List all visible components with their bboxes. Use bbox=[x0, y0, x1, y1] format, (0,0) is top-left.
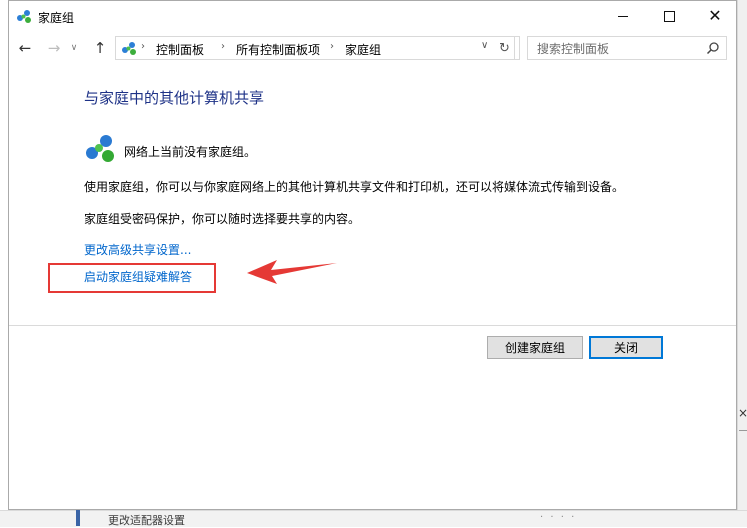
footer-divider bbox=[9, 325, 736, 326]
homegroup-icon bbox=[122, 42, 136, 55]
breadcrumb-separator-icon[interactable]: › bbox=[221, 41, 225, 52]
create-homegroup-button[interactable]: 创建家庭组 bbox=[487, 336, 583, 359]
title-bar[interactable]: 家庭组 ✕ bbox=[9, 1, 736, 31]
background-selection-bar bbox=[76, 510, 80, 526]
arrow-right-icon: → bbox=[47, 39, 61, 57]
refresh-button[interactable]: ↻ bbox=[495, 36, 515, 60]
homegroup-large-icon bbox=[86, 135, 114, 162]
up-button[interactable]: ↑ bbox=[89, 37, 111, 59]
annotation-arrow-icon bbox=[247, 260, 337, 284]
background-window-right-edge bbox=[737, 0, 747, 526]
homegroup-icon bbox=[17, 10, 31, 23]
arrow-left-icon: ← bbox=[18, 39, 32, 57]
minimize-icon bbox=[618, 15, 628, 17]
breadcrumb-separator-icon[interactable]: › bbox=[141, 41, 145, 52]
search-icon[interactable] bbox=[706, 41, 720, 55]
window-title: 家庭组 bbox=[38, 11, 75, 25]
search-input[interactable] bbox=[529, 38, 709, 60]
arrow-up-icon: ↑ bbox=[93, 39, 107, 57]
minimize-button[interactable] bbox=[600, 1, 646, 31]
homegroup-status-text: 网络上当前没有家庭组。 bbox=[124, 145, 257, 159]
recent-locations-button[interactable]: ∨ bbox=[67, 37, 81, 59]
breadcrumb-control-panel[interactable]: 控制面板 bbox=[156, 41, 204, 58]
background-divider bbox=[739, 430, 747, 431]
search-box[interactable] bbox=[527, 36, 727, 60]
chevron-down-icon: ∨ bbox=[70, 43, 78, 53]
navigation-bar: ← → ∨ ↑ › 控制面板 › 所有控制面板项 › 家庭组 ∨ ↻ 搜索控制面… bbox=[9, 33, 736, 63]
close-button[interactable]: 关闭 bbox=[589, 336, 663, 359]
breadcrumb-separator-icon[interactable]: › bbox=[330, 41, 334, 52]
forward-button[interactable]: → bbox=[43, 37, 65, 59]
address-bar[interactable]: › 控制面板 › 所有控制面板项 › 家庭组 ∨ bbox=[115, 36, 520, 60]
homegroup-window: 家庭组 ✕ ← → ∨ ↑ › 控制面板 › 所有控制面板项 › 家庭组 ∨ ↻… bbox=[8, 0, 737, 510]
password-info-paragraph: 家庭组受密码保护，你可以随时选择要共享的内容。 bbox=[84, 212, 361, 226]
address-history-chevron-icon[interactable]: ∨ bbox=[481, 40, 488, 51]
breadcrumb-homegroup[interactable]: 家庭组 bbox=[345, 41, 381, 58]
breadcrumb-all-items[interactable]: 所有控制面板项 bbox=[236, 41, 320, 58]
description-paragraph: 使用家庭组，你可以与你家庭网络上的其他计算机共享文件和打印机，还可以将媒体流式传… bbox=[84, 180, 625, 194]
close-window-button[interactable]: ✕ bbox=[692, 1, 738, 31]
refresh-icon: ↻ bbox=[499, 40, 510, 56]
page-heading: 与家庭中的其他计算机共享 bbox=[84, 89, 265, 107]
annotation-highlight-box bbox=[48, 263, 216, 293]
maximize-button[interactable] bbox=[646, 1, 692, 31]
advanced-sharing-link[interactable]: 更改高级共享设置... bbox=[84, 241, 191, 258]
close-icon: ✕ bbox=[708, 6, 722, 25]
background-dots: · · · · bbox=[540, 512, 577, 523]
back-button[interactable]: ← bbox=[14, 37, 36, 59]
maximize-icon bbox=[663, 10, 675, 22]
background-close-glyph: × bbox=[738, 406, 747, 420]
